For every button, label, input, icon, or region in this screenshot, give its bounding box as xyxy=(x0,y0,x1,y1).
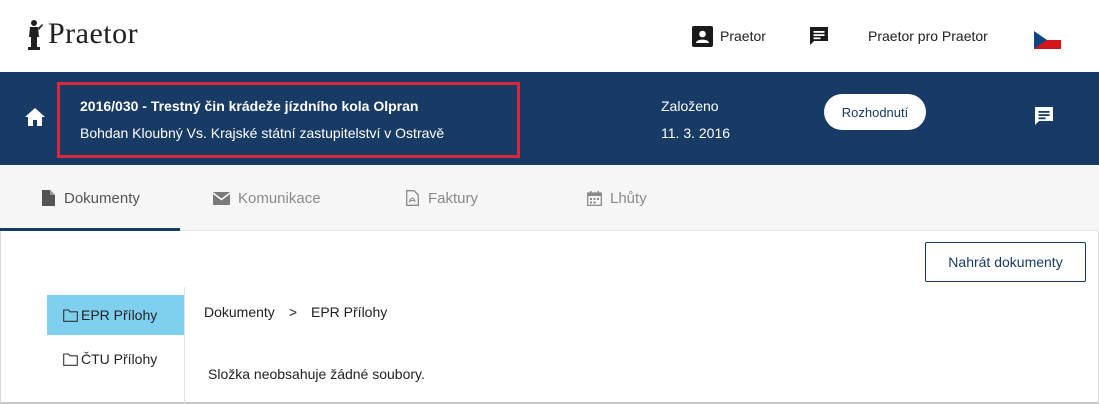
breadcrumb-current: EPR Přílohy xyxy=(311,304,388,320)
messages-button[interactable] xyxy=(808,24,830,48)
tab-bar: Dokumenty Komunikace Faktury Lhůty xyxy=(0,165,1099,231)
breadcrumb-separator: > xyxy=(288,304,297,320)
founded-date: 11. 3. 2016 xyxy=(661,125,731,141)
tab-invoices[interactable]: Faktury xyxy=(404,165,478,231)
tab-communication[interactable]: Komunikace xyxy=(212,165,321,231)
logo-text: Praetor xyxy=(48,17,139,50)
tab-deadlines[interactable]: Lhůty xyxy=(586,165,647,231)
folder-label: ČTU Přílohy xyxy=(81,351,158,367)
calendar-icon xyxy=(586,190,602,206)
statue-logo-icon xyxy=(28,20,43,50)
tab-documents-label: Dokumenty xyxy=(64,189,140,207)
tab-communication-label: Komunikace xyxy=(238,189,321,207)
pdf-file-icon xyxy=(404,190,420,206)
folder-icon xyxy=(63,352,78,366)
home-icon[interactable] xyxy=(24,106,46,128)
chat-icon xyxy=(810,27,828,45)
folder-panel-divider xyxy=(184,287,185,404)
breadcrumb-root[interactable]: Dokumenty xyxy=(204,304,275,320)
tab-deadlines-label: Lhůty xyxy=(610,189,647,207)
folder-ctu-attachments[interactable]: ČTU Přílohy xyxy=(47,339,184,379)
file-icon xyxy=(40,190,56,206)
folder-label: EPR Přílohy xyxy=(81,307,158,323)
envelope-icon xyxy=(212,190,230,206)
czech-flag-icon xyxy=(1034,31,1061,49)
tab-invoices-label: Faktury xyxy=(428,189,479,207)
case-highlight-box xyxy=(57,82,520,158)
user-card-icon xyxy=(692,25,713,47)
decision-button[interactable]: Rozhodnutí xyxy=(824,94,926,130)
upload-documents-button[interactable]: Nahrát dokumenty xyxy=(925,242,1086,282)
user-menu-label: Praetor xyxy=(720,28,766,44)
founded-label: Založeno xyxy=(661,98,719,114)
folder-icon xyxy=(63,308,78,322)
tab-documents[interactable]: Dokumenty xyxy=(40,165,140,231)
praetor-pro-praetor-link[interactable]: Praetor pro Praetor xyxy=(868,24,988,48)
case-parties: Bohdan Kloubný Vs. Krajské státní zastup… xyxy=(80,125,445,141)
user-menu[interactable]: Praetor xyxy=(692,24,766,48)
folder-epr-attachments[interactable]: EPR Přílohy xyxy=(47,295,184,335)
empty-folder-message: Složka neobsahuje žádné soubory. xyxy=(208,366,425,382)
case-chat-icon[interactable] xyxy=(1033,105,1055,127)
top-navbar: Praetor Praetor Praetor pro Praetor xyxy=(0,0,1099,72)
language-switch[interactable] xyxy=(1034,28,1061,52)
case-header: 2016/030 - Trestný čin krádeže jízdního … xyxy=(0,72,1099,165)
case-title: 2016/030 - Trestný čin krádeže jízdního … xyxy=(80,98,419,114)
praetor-logo[interactable]: Praetor xyxy=(24,17,138,51)
active-tab-indicator xyxy=(0,228,180,231)
breadcrumb: Dokumenty > EPR Přílohy xyxy=(204,304,387,320)
